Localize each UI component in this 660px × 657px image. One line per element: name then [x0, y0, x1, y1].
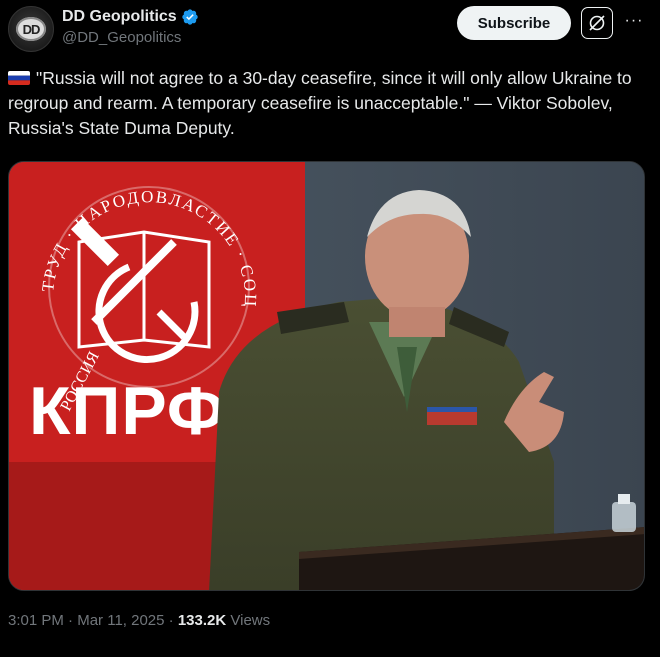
- meta-separator: ·: [68, 612, 74, 629]
- author-block: DD Geopolitics @DD_Geopolitics: [62, 8, 199, 46]
- tweet-date[interactable]: Mar 11, 2025: [77, 612, 164, 629]
- banner-main-text: КПРФ: [29, 373, 226, 449]
- tweet-time[interactable]: 3:01 PM: [8, 612, 64, 629]
- grok-button[interactable]: [581, 7, 613, 39]
- subscribe-button[interactable]: Subscribe: [457, 6, 571, 40]
- more-options-icon[interactable]: ···: [624, 11, 644, 31]
- author-handle[interactable]: @DD_Geopolitics: [62, 29, 199, 46]
- avatar-logo: DD: [16, 17, 46, 41]
- grok-icon: [589, 15, 605, 31]
- photo: ТРУД · НАРОДОВЛАСТИЕ · СОЦИАЛИЗМ РОССИЯ …: [9, 162, 644, 590]
- tweet-meta: 3:01 PM · Mar 11, 2025 · 133.2K Views: [8, 612, 270, 629]
- russia-flag-icon: [8, 71, 30, 85]
- tweet-header: DD DD Geopolitics @DD_Geopolitics Subscr…: [8, 6, 652, 52]
- author-display-name[interactable]: DD Geopolitics: [62, 8, 177, 26]
- avatar[interactable]: DD: [8, 6, 54, 52]
- verified-badge-icon: [182, 9, 198, 25]
- views-count: 133.2K: [177, 612, 227, 629]
- tweet-image[interactable]: ТРУД · НАРОДОВЛАСТИЕ · СОЦИАЛИЗМ РОССИЯ …: [8, 161, 645, 591]
- tweet-body: "Russia will not agree to a 30-day cease…: [8, 68, 632, 138]
- author-name-row[interactable]: DD Geopolitics: [62, 8, 199, 26]
- views-label: Views: [230, 612, 271, 629]
- meta-separator: ·: [168, 612, 174, 629]
- tweet-text: "Russia will not agree to a 30-day cease…: [8, 66, 648, 141]
